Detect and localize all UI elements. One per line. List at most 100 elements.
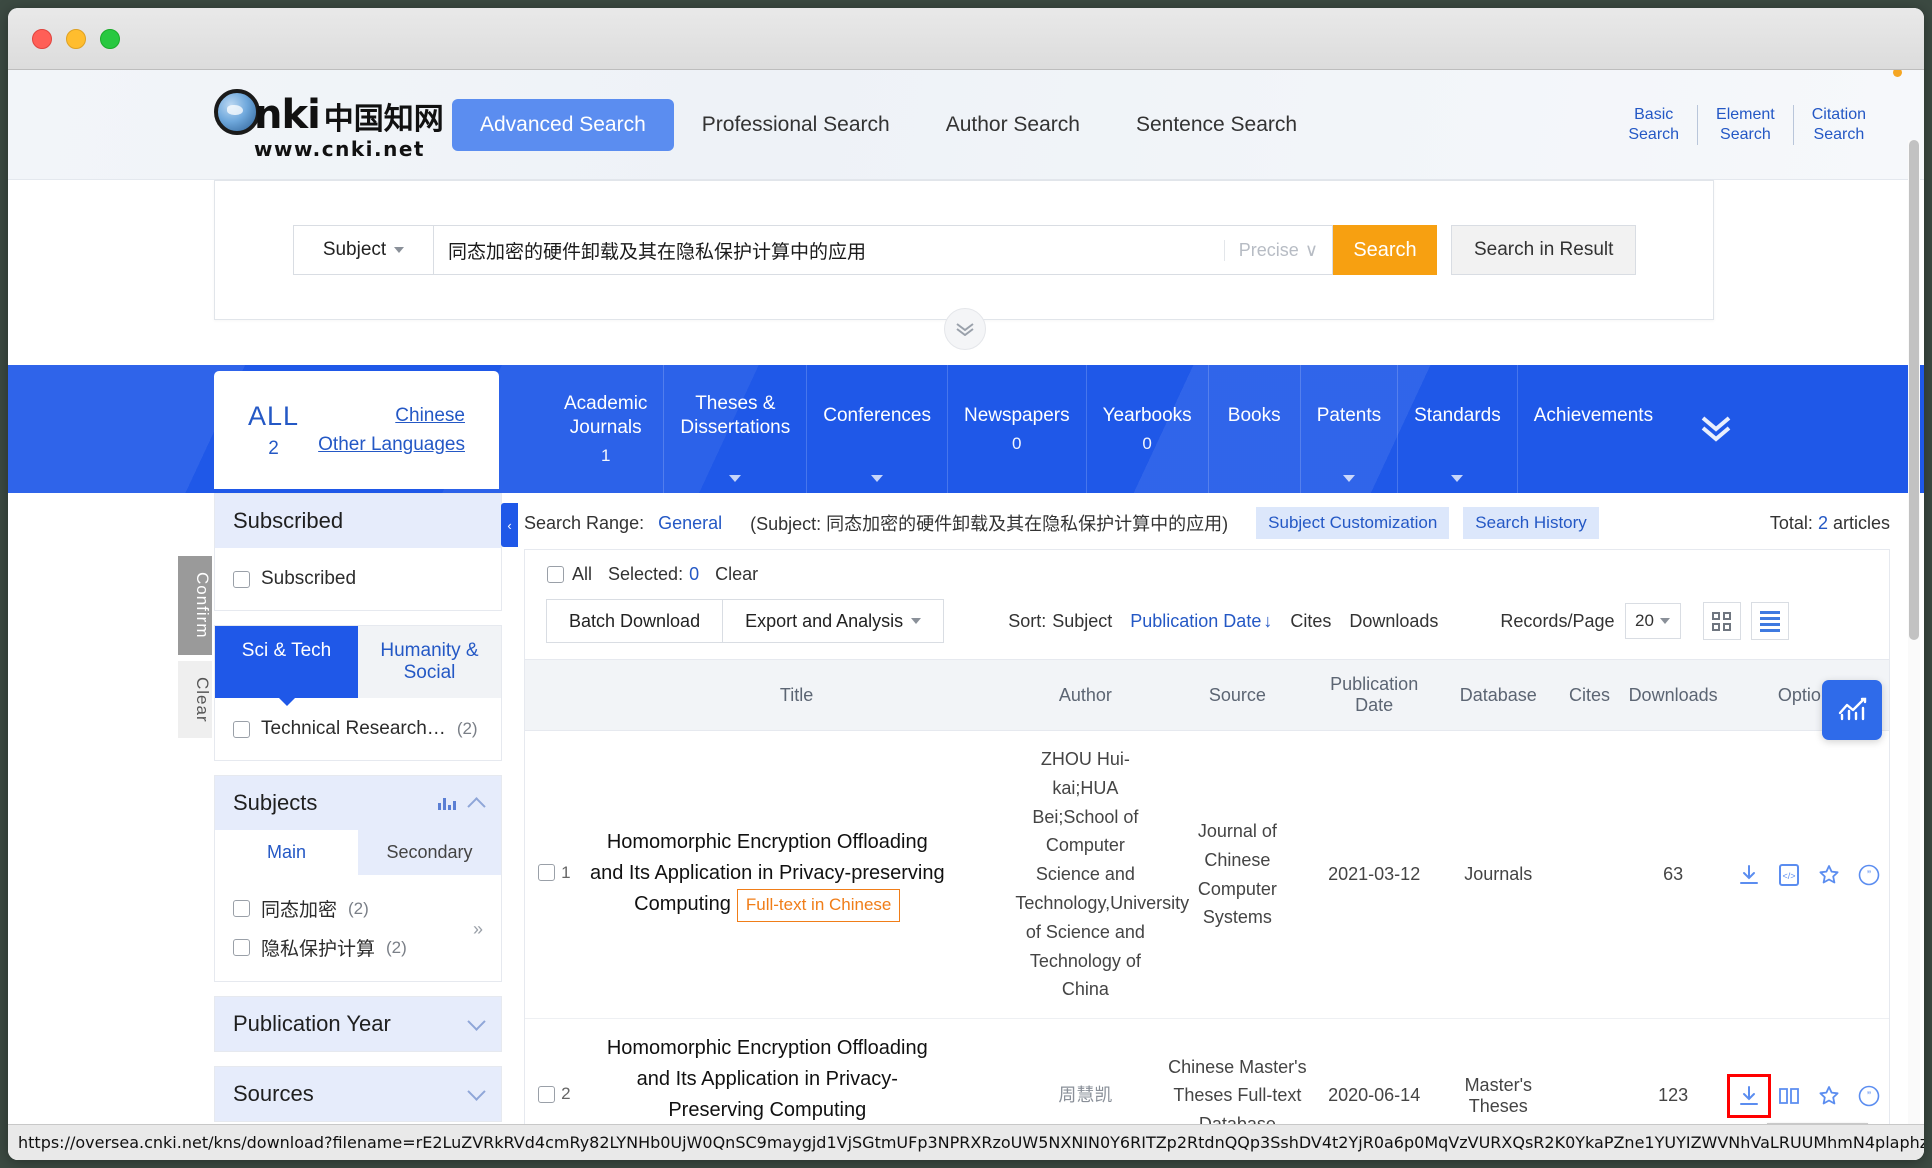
db-tab-academic-journals[interactable]: Academic Journals 1: [548, 365, 663, 493]
chevron-up-icon[interactable]: [467, 796, 486, 816]
sort-option-cites[interactable]: Cites: [1290, 611, 1331, 632]
export-analysis-button[interactable]: Export and Analysis: [722, 599, 945, 643]
favorite-star-icon[interactable]: [1816, 862, 1842, 888]
panel-subjects-body: 同态加密 (2) 隐私保护计算 (2) »: [215, 875, 501, 981]
tab-sci-tech[interactable]: Sci & Tech: [215, 626, 358, 698]
favorite-star-icon[interactable]: [1816, 1083, 1842, 1109]
download-icon[interactable]: [1726, 1073, 1771, 1118]
db-tab-yearbooks[interactable]: Yearbooks 0: [1085, 365, 1208, 493]
filter-subject-privacy[interactable]: 隐私保护计算 (2): [233, 928, 483, 967]
db-tab-patents[interactable]: Patents: [1299, 365, 1397, 493]
quote-icon[interactable]: ”: [1856, 1083, 1882, 1109]
select-all-checkbox[interactable]: [547, 566, 564, 583]
chevron-down-icon: [1451, 475, 1464, 482]
book-icon[interactable]: [1776, 1083, 1802, 1109]
checkbox-icon[interactable]: [233, 570, 250, 588]
html-doc-icon[interactable]: </>: [1776, 862, 1802, 888]
panel-publication-year-header[interactable]: Publication Year: [215, 997, 501, 1051]
search-field-select[interactable]: Subject: [293, 225, 433, 275]
db-tab-standards[interactable]: Standards: [1397, 365, 1517, 493]
subjects-more-button[interactable]: »: [473, 919, 487, 940]
confirm-filters-button[interactable]: Confirm: [178, 556, 212, 655]
db-tab-label: Newspapers: [963, 404, 1070, 426]
tab-author-search[interactable]: Author Search: [918, 99, 1108, 151]
panel-subscribed-title: Subscribed: [233, 508, 344, 533]
clear-selection-button[interactable]: Clear: [715, 564, 758, 585]
match-mode-select[interactable]: Precise ∨: [1223, 239, 1332, 261]
fulltext-badge[interactable]: Full-text in Chinese: [736, 889, 901, 922]
filter-subscribed-label: Subscribed: [261, 568, 357, 589]
records-per-page-select[interactable]: 20: [1624, 603, 1681, 639]
total-count: 2: [1817, 512, 1828, 533]
row-title-text[interactable]: Homomorphic Encryption Offloading and It…: [590, 827, 945, 922]
checkbox-icon[interactable]: [233, 939, 250, 956]
search-range-value[interactable]: General: [658, 513, 722, 534]
tab-advanced-search[interactable]: Advanced Search: [452, 98, 674, 151]
db-tab-newspapers[interactable]: Newspapers 0: [946, 365, 1086, 493]
row-cites: [1561, 730, 1618, 1020]
grid-view-button[interactable]: [1702, 602, 1741, 640]
window-minimize-button[interactable]: [66, 28, 86, 49]
filter-subscribed[interactable]: Subscribed: [233, 562, 483, 596]
tab-humanity-social[interactable]: Humanity & Social: [358, 626, 501, 698]
tab-subjects-secondary[interactable]: Secondary: [358, 830, 501, 875]
window-close-button[interactable]: [32, 28, 52, 49]
db-tab-label: Books: [1227, 404, 1281, 426]
db-tabs-more-button[interactable]: [1669, 365, 1763, 493]
search-in-result-button[interactable]: Search in Result: [1451, 225, 1637, 275]
db-tab-theses-dissertations[interactable]: Theses & Dissertations: [663, 365, 806, 493]
link-element-search[interactable]: Element Search: [1698, 104, 1794, 145]
language-all[interactable]: ALL 2: [248, 401, 299, 460]
list-view-button[interactable]: [1750, 602, 1789, 640]
checkbox-icon[interactable]: [233, 720, 250, 738]
panel-sources-header[interactable]: Sources: [215, 1067, 501, 1121]
grid-view-icon: [1712, 611, 1731, 631]
expand-search-options-button[interactable]: [944, 308, 986, 350]
checkbox-icon[interactable]: [233, 900, 250, 917]
link-basic-search[interactable]: Basic Search: [1610, 104, 1699, 145]
db-tab-achievements[interactable]: Achievements: [1516, 365, 1669, 493]
database-tabs: Academic Journals 1 Theses & Dissertatio…: [548, 365, 1924, 493]
filter-subject-homomorphic-count: (2): [348, 898, 369, 918]
analytics-floating-button[interactable]: [1822, 680, 1882, 740]
sort-option-subject[interactable]: Subject: [1052, 611, 1112, 632]
row-checkbox[interactable]: [538, 1085, 556, 1103]
search-history-button[interactable]: Search History: [1463, 507, 1599, 539]
language-chinese-link[interactable]: Chinese: [318, 405, 465, 427]
clear-filters-button[interactable]: Clear: [178, 660, 212, 739]
sort-option-publication-date[interactable]: Publication Date ↓: [1130, 611, 1272, 632]
page-scrollbar[interactable]: [1908, 140, 1920, 1150]
view-mode-buttons: [1702, 602, 1789, 640]
quote-icon[interactable]: ”: [1856, 862, 1882, 888]
search-button[interactable]: Search: [1333, 225, 1437, 275]
window-titlebar: [8, 8, 1924, 70]
download-icon[interactable]: [1736, 862, 1762, 888]
chevron-down-icon[interactable]: [467, 1011, 486, 1031]
row-checkbox[interactable]: [538, 864, 556, 882]
chevron-down-icon[interactable]: [467, 1081, 486, 1101]
panel-subjects-header[interactable]: Subjects: [215, 776, 501, 830]
filter-subject-homomorphic[interactable]: 同态加密 (2): [233, 889, 483, 928]
search-input[interactable]: [434, 226, 1224, 274]
language-other-link[interactable]: Other Languages: [318, 434, 465, 456]
subject-customization-button[interactable]: Subject Customization: [1256, 507, 1450, 539]
filter-action-rail: Confirm Clear: [178, 556, 212, 739]
tab-sentence-search[interactable]: Sentence Search: [1108, 99, 1325, 151]
db-tab-conferences[interactable]: Conferences: [806, 365, 947, 493]
filter-technical-research[interactable]: Technical Research… (2): [233, 712, 483, 746]
sort-option-downloads[interactable]: Downloads: [1349, 611, 1438, 632]
page-scrollbar-thumb[interactable]: [1909, 140, 1919, 640]
link-citation-search[interactable]: Citation Search: [1794, 105, 1866, 145]
chevron-down-icon: [1659, 618, 1670, 624]
cnki-logo[interactable]: nki 中国知网 www.cnki.net: [214, 70, 1902, 161]
window-maximize-button[interactable]: [100, 28, 120, 49]
sort-label: Sort:: [1008, 610, 1047, 631]
sidebar-collapse-button[interactable]: ‹: [501, 503, 518, 547]
tab-subjects-main[interactable]: Main: [215, 830, 358, 875]
db-tab-books[interactable]: Books: [1207, 365, 1300, 493]
tab-professional-search[interactable]: Professional Search: [674, 99, 918, 151]
db-tab-count: 0: [1012, 434, 1022, 454]
batch-download-button[interactable]: Batch Download: [546, 599, 724, 643]
bar-chart-icon[interactable]: [438, 796, 456, 810]
panel-subscribed-header[interactable]: Subscribed: [215, 494, 501, 548]
